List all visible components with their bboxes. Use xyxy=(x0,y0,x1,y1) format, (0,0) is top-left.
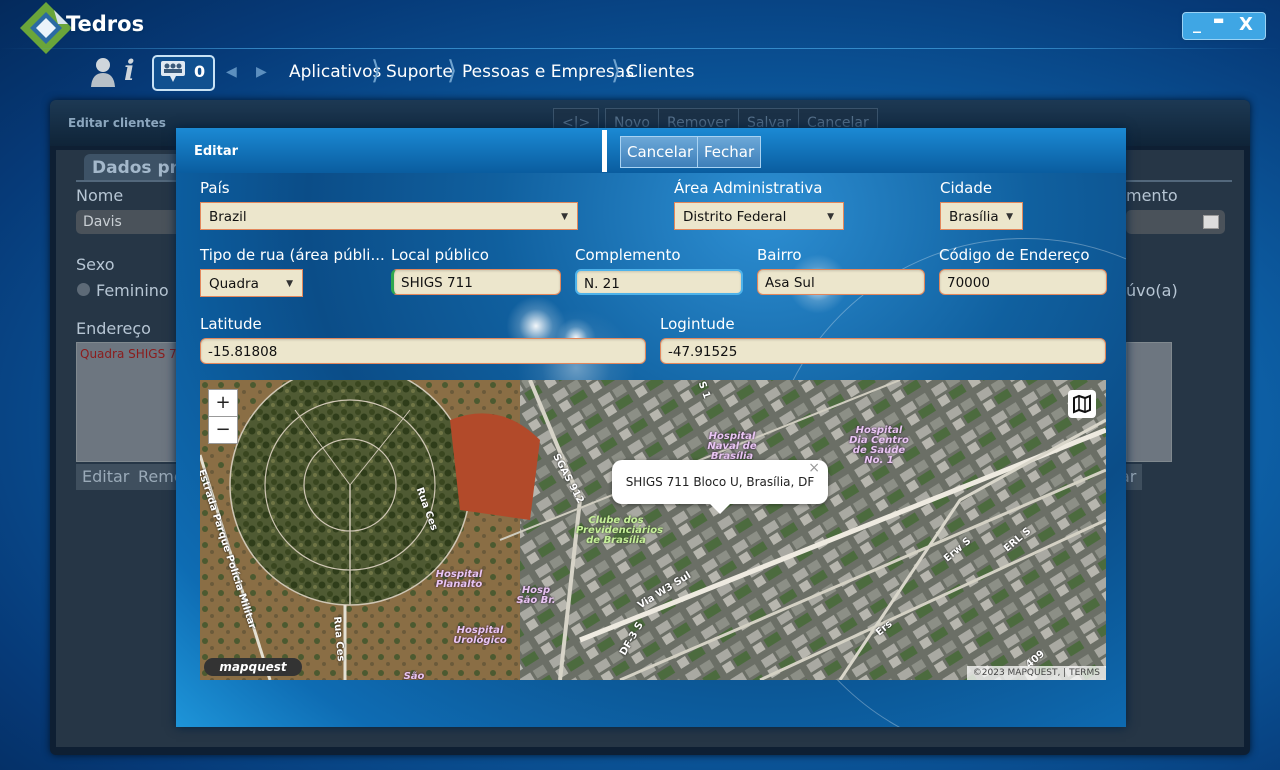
right-date-input[interactable] xyxy=(1126,210,1225,234)
postal-code-label: Código de Endereço xyxy=(939,246,1090,264)
forward-arrow-icon[interactable]: ▶ xyxy=(256,64,267,80)
latitude-label: Latitude xyxy=(200,315,262,333)
longitude-label: Logintude xyxy=(660,315,735,333)
map-copyright[interactable]: ©2023 MAPQUEST, | TERMS xyxy=(966,666,1106,680)
calendar-icon[interactable] xyxy=(1203,215,1219,229)
address-list[interactable]: Quadra SHIGS 711 xyxy=(76,342,192,462)
close-icon[interactable]: X xyxy=(1239,14,1253,35)
latitude-input[interactable]: -15.81808 xyxy=(200,338,646,364)
map-layers-icon xyxy=(1073,394,1091,414)
admin-area-select[interactable]: Distrito Federal ▼ xyxy=(674,202,844,230)
chevron-down-icon: ▼ xyxy=(1006,212,1013,222)
admin-area-label: Área Administrativa xyxy=(674,179,823,197)
map-place-label: Hosp São Br. xyxy=(516,585,556,606)
street-type-label: Tipo de rua (área públi... xyxy=(200,246,385,264)
modal-header: Editar Cancelar Fechar xyxy=(176,128,1126,173)
street-type-select[interactable]: Quadra ▼ xyxy=(200,269,303,297)
right-field-label: mento xyxy=(1126,186,1178,205)
edit-address-modal: Editar Cancelar Fechar País Brazil ▼ Áre… xyxy=(176,128,1126,727)
notification-count: 0 xyxy=(194,62,206,81)
neighborhood-label: Bairro xyxy=(757,246,802,264)
header-divider xyxy=(602,130,607,172)
country-value: Brazil xyxy=(209,209,247,225)
popup-pointer xyxy=(710,504,730,514)
breadcrumb-separator: ⟩ xyxy=(371,56,382,86)
female-label: Feminino xyxy=(96,281,169,300)
country-label: País xyxy=(200,179,230,197)
close-button[interactable]: Fechar xyxy=(697,136,762,168)
window-controls: _ ▬ X xyxy=(1182,12,1266,40)
public-place-input[interactable]: SHIGS 711 xyxy=(391,269,561,295)
breadcrumb-pessoas-empresas[interactable]: Pessoas e Empresas xyxy=(462,62,634,82)
notifications-button[interactable]: 0 xyxy=(152,55,215,91)
city-label: Cidade xyxy=(940,179,993,197)
people-icon xyxy=(161,61,185,82)
sex-label: Sexo xyxy=(76,255,115,274)
mapquest-logo: mapquest xyxy=(204,658,302,676)
zoom-in-button[interactable]: + xyxy=(208,389,238,417)
modal-title: Editar xyxy=(194,144,239,159)
chevron-down-icon: ▼ xyxy=(827,212,834,222)
city-value: Brasília xyxy=(949,209,999,225)
breadcrumb-clientes[interactable]: Clientes xyxy=(626,62,695,82)
popup-address: SHIGS 711 Bloco U, Brasília, DF xyxy=(625,475,815,489)
header-divider xyxy=(0,48,1280,49)
info-icon[interactable]: i xyxy=(124,54,135,87)
complement-input[interactable]: N. 21 xyxy=(575,269,743,295)
longitude-input[interactable]: -47.91525 xyxy=(660,338,1106,364)
chevron-down-icon: ▼ xyxy=(286,279,293,289)
female-radio[interactable] xyxy=(77,283,90,296)
edit-clients-title: Editar clientes xyxy=(68,116,166,130)
breadcrumb-suporte[interactable]: Suporte xyxy=(386,62,453,82)
map-place-label: São Lucas xyxy=(403,671,425,681)
map-layers-button[interactable] xyxy=(1068,390,1096,418)
public-place-label: Local público xyxy=(391,246,489,264)
complement-label: Complemento xyxy=(575,246,681,264)
right-radio-label: úvo(a) xyxy=(1126,281,1178,300)
back-arrow-icon[interactable]: ◀ xyxy=(226,64,237,80)
user-icon[interactable] xyxy=(90,56,116,88)
edit-address-button[interactable]: Editar xyxy=(76,464,136,490)
breadcrumb-aplicativos[interactable]: Aplicativos xyxy=(289,62,381,82)
breadcrumb-separator: ⟩ xyxy=(611,56,622,86)
map-location-popup: SHIGS 711 Bloco U, Brasília, DF × xyxy=(612,460,828,504)
country-select[interactable]: Brazil ▼ xyxy=(200,202,578,230)
map-place-label: Hospital Planalto xyxy=(435,569,483,590)
admin-area-value: Distrito Federal xyxy=(683,209,787,225)
app-title: Tedros xyxy=(66,12,145,36)
name-label: Nome xyxy=(76,186,124,205)
map-view[interactable]: + − Hospital Naval de Brasília Hospital … xyxy=(200,380,1106,680)
popup-close-icon[interactable]: × xyxy=(808,446,820,490)
cancel-button[interactable]: Cancelar xyxy=(620,136,701,168)
neighborhood-input[interactable]: Asa Sul xyxy=(757,269,925,295)
right-list[interactable] xyxy=(1126,342,1172,462)
street-type-value: Quadra xyxy=(209,276,259,292)
chevron-down-icon: ▼ xyxy=(561,212,568,222)
breadcrumb-separator: ⟩ xyxy=(447,56,458,86)
map-place-label: Hospital Naval de Brasília xyxy=(707,431,757,462)
city-select[interactable]: Brasília ▼ xyxy=(940,202,1023,230)
address-list-item[interactable]: Quadra SHIGS 711 xyxy=(77,343,192,365)
map-place-label: Clube dos Previdenciários de Brasília xyxy=(576,515,664,546)
map-place-label: Hospital Dia Centro de Saúde No. 1 xyxy=(849,425,909,466)
minimize-icon[interactable]: _ xyxy=(1193,14,1201,33)
maximize-icon[interactable]: ▬ xyxy=(1213,13,1224,27)
map-place-label: Hospital Urológico xyxy=(453,625,507,646)
address-label: Endereço xyxy=(76,319,151,338)
zoom-out-button[interactable]: − xyxy=(208,416,238,444)
postal-code-input[interactable]: 70000 xyxy=(939,269,1107,295)
